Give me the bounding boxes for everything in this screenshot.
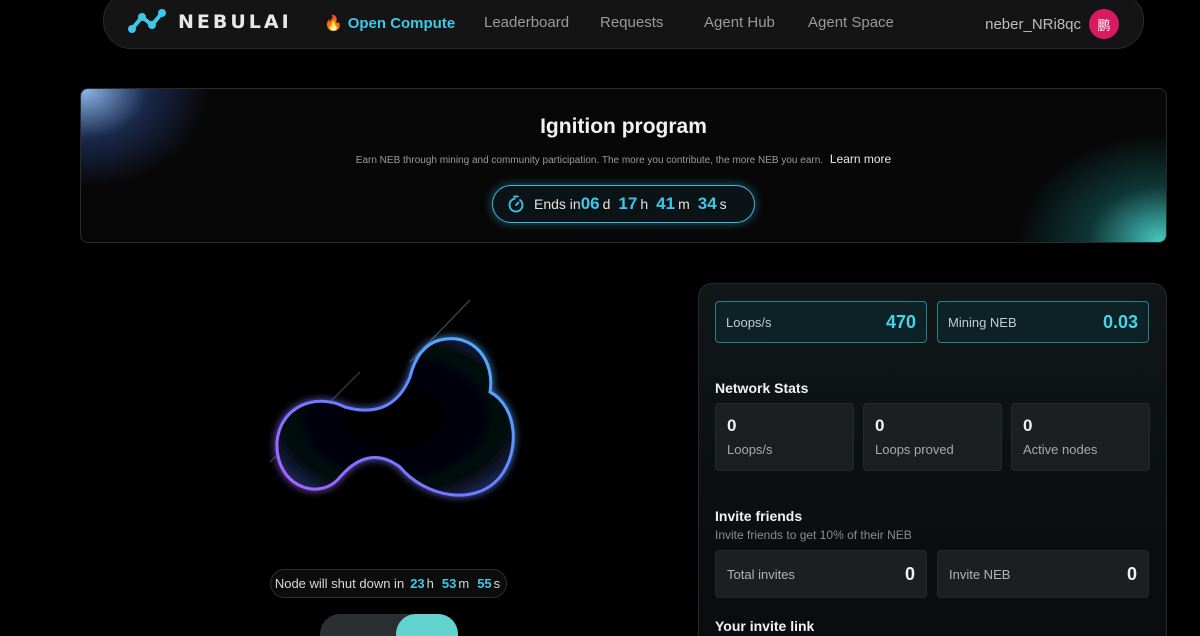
nav-item-open-compute[interactable]: 🔥 Open Compute <box>324 14 455 32</box>
network-stats-title: Network Stats <box>715 380 809 396</box>
invite-friends-title: Invite friends <box>715 508 803 524</box>
toggle-knob[interactable] <box>396 614 458 636</box>
shutdown-seconds: 55 <box>477 576 492 591</box>
node-shutdown-timer: Node will shut down in 23 h 53 m 55 s <box>270 569 507 598</box>
avatar[interactable]: 鹏 <box>1089 9 1119 39</box>
node-orb-graphic <box>250 292 550 522</box>
network-stat-loops: 0 Loops/s <box>715 403 854 471</box>
ignition-banner: Ignition program Earn NEB through mining… <box>80 88 1167 243</box>
nebulai-logo-icon <box>128 9 166 33</box>
invite-friends-subtitle: Invite friends to get 10% of their NEB <box>715 528 912 542</box>
stat-label: Loops/s <box>727 442 773 457</box>
countdown-seconds: 34 <box>697 194 717 213</box>
mining-neb-stat: Mining NEB 0.03 <box>937 301 1149 343</box>
nav-item-requests[interactable]: Requests <box>600 14 663 31</box>
shutdown-seconds-unit: s <box>493 576 501 591</box>
shutdown-minutes-unit: m <box>458 576 470 591</box>
stat-label: Invite NEB <box>949 566 1011 582</box>
fire-icon: 🔥 <box>324 15 343 32</box>
total-invites-stat: Total invites 0 <box>715 550 927 598</box>
nav-item-agent-hub[interactable]: Agent Hub <box>704 14 775 31</box>
brand-name: NEBULAI <box>178 11 292 33</box>
stat-value: 0 <box>875 416 885 435</box>
stat-value: 470 <box>885 311 916 332</box>
invite-link-title: Your invite link <box>715 618 815 634</box>
stat-label: Active nodes <box>1023 442 1098 457</box>
stat-value: 0.03 <box>1102 311 1138 332</box>
shutdown-hours: 23 <box>410 576 425 591</box>
shutdown-label: Node will shut down in <box>274 576 405 591</box>
countdown-hours-unit: h <box>640 196 649 212</box>
countdown-label: Ends in <box>534 196 581 212</box>
loops-per-second-stat: Loops/s 470 <box>715 301 927 343</box>
timer-icon <box>507 195 525 213</box>
nav-item-agent-space[interactable]: Agent Space <box>808 14 894 31</box>
stat-value: 0 <box>904 563 915 584</box>
invite-neb-stat: Invite NEB 0 <box>937 550 1149 598</box>
banner-subtitle: Earn NEB through mining and community pa… <box>81 152 1166 166</box>
stat-label: Loops/s <box>726 314 772 330</box>
countdown-days-unit: d <box>602 196 611 212</box>
banner-glow-right <box>1016 132 1166 242</box>
shutdown-hours-unit: h <box>426 576 434 591</box>
brand-logo[interactable]: NEBULAI <box>128 9 292 35</box>
stat-label: Loops proved <box>875 442 954 457</box>
countdown-minutes: 41 <box>656 194 676 213</box>
stats-panel: Loops/s 470 Mining NEB 0.03 Network Stat… <box>698 283 1167 636</box>
stat-label: Mining NEB <box>948 314 1017 330</box>
countdown-hours: 17 <box>618 194 638 213</box>
node-power-toggle[interactable] <box>320 614 458 636</box>
stat-label: Total invites <box>727 566 795 582</box>
program-countdown: Ends in 06 d 17 h 41 m 34 s <box>492 185 755 223</box>
username: neber_NRi8qc <box>985 15 1081 33</box>
stat-value: 0 <box>727 416 737 435</box>
countdown-minutes-unit: m <box>678 196 690 212</box>
countdown-seconds-unit: s <box>719 196 727 212</box>
shutdown-minutes: 53 <box>441 576 457 591</box>
nav-item-label: Open Compute <box>347 15 456 32</box>
banner-description: Earn NEB through mining and community pa… <box>355 155 824 166</box>
network-stat-active-nodes: 0 Active nodes <box>1011 403 1150 471</box>
user-menu[interactable]: neber_NRi8qc 鹏 <box>985 9 1119 39</box>
banner-title: Ignition program <box>540 115 707 138</box>
stat-value: 0 <box>1126 563 1137 584</box>
countdown-days: 06 <box>580 194 600 213</box>
top-nav: NEBULAI 🔥 Open Compute Leaderboard Reques… <box>103 0 1144 49</box>
stat-value: 0 <box>1023 416 1033 435</box>
nav-item-leaderboard[interactable]: Leaderboard <box>484 14 569 31</box>
learn-more-link[interactable]: Learn more <box>830 152 891 166</box>
network-stat-loops-proved: 0 Loops proved <box>863 403 1002 471</box>
